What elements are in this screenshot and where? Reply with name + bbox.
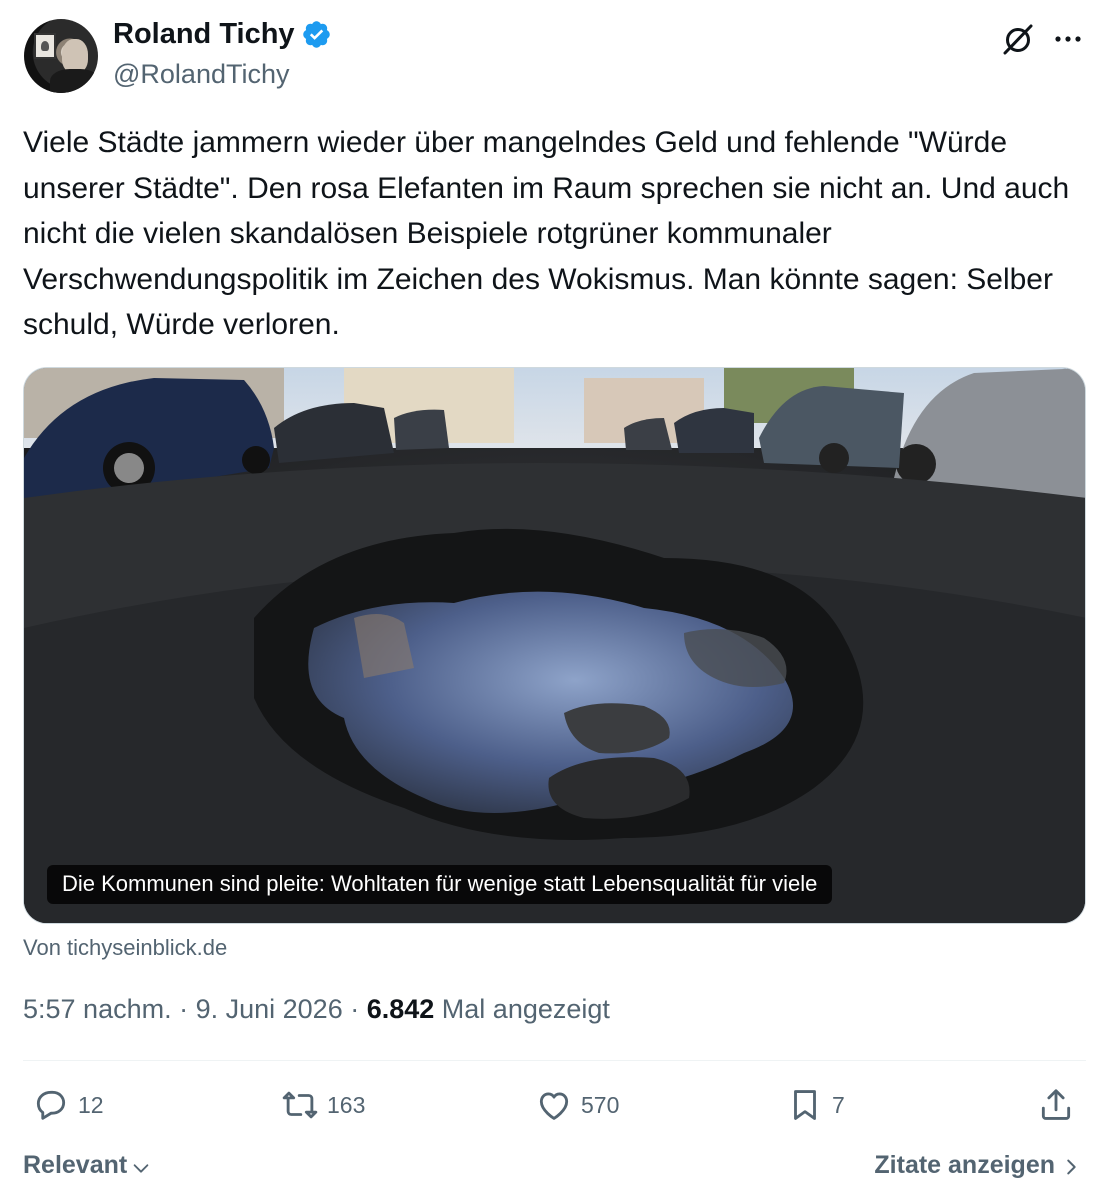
like-count: 570	[581, 1091, 620, 1118]
verified-badge-icon[interactable]	[301, 19, 332, 50]
post-time[interactable]: 5:57 nachm.	[23, 994, 172, 1025]
divider	[23, 1060, 1086, 1061]
views-count: 6.842	[366, 994, 435, 1024]
meta-separator: ·	[171, 994, 196, 1024]
meta-separator: ·	[342, 994, 367, 1024]
link-card-image[interactable]: Die Kommunen sind pleite: Wohltaten für …	[23, 367, 1086, 924]
pothole-photo	[24, 368, 1085, 923]
author-display-name[interactable]: Roland Tichy	[113, 18, 295, 51]
repost-count: 163	[327, 1091, 366, 1118]
share-icon	[1041, 1089, 1071, 1120]
reply-count: 12	[78, 1091, 104, 1118]
share-button[interactable]	[1037, 1086, 1083, 1124]
author-name-row[interactable]: Roland Tichy	[113, 18, 332, 51]
like-button[interactable]: 570	[535, 1086, 619, 1124]
repost-button[interactable]: 163	[281, 1086, 365, 1124]
tweet-text: Viele Städte jammern wieder über mangeln…	[23, 126, 1078, 341]
reply-button[interactable]: 12	[32, 1086, 104, 1124]
avatar-suit	[50, 69, 98, 93]
grok-icon[interactable]	[1000, 21, 1036, 57]
reply-icon	[36, 1090, 66, 1120]
chevron-down-icon	[133, 1163, 149, 1173]
more-icon[interactable]	[1052, 26, 1084, 52]
link-card-caption[interactable]: Die Kommunen sind pleite: Wohltaten für …	[47, 865, 833, 904]
view-quotes-link[interactable]: Zitate anzeigen	[874, 1151, 1081, 1180]
sort-replies-dropdown[interactable]: Relevant	[23, 1151, 152, 1180]
bookmark-count: 7	[832, 1091, 845, 1118]
like-icon	[539, 1092, 569, 1120]
post-date[interactable]: 9. Juni 2026	[196, 994, 343, 1025]
chevron-right-icon	[1067, 1159, 1076, 1175]
post-meta: 5:57 nachm. · 9. Juni 2026 · 6.842 Mal a…	[23, 994, 610, 1025]
views-label: Mal angezeigt	[434, 994, 610, 1024]
avatar-frame	[34, 33, 56, 59]
bookmark-button[interactable]: 7	[786, 1086, 845, 1124]
tweet-detail: Roland Tichy @RolandTichy Viele Städte j…	[0, 0, 1111, 1196]
link-source[interactable]: Von tichyseinblick.de	[23, 935, 227, 961]
bookmark-icon	[794, 1090, 816, 1120]
author-handle[interactable]: @RolandTichy	[113, 59, 289, 90]
repost-icon	[282, 1091, 318, 1119]
quotes-label: Zitate anzeigen	[874, 1151, 1055, 1179]
avatar-face	[62, 39, 88, 73]
avatar[interactable]	[24, 19, 98, 93]
sort-label: Relevant	[23, 1151, 128, 1179]
